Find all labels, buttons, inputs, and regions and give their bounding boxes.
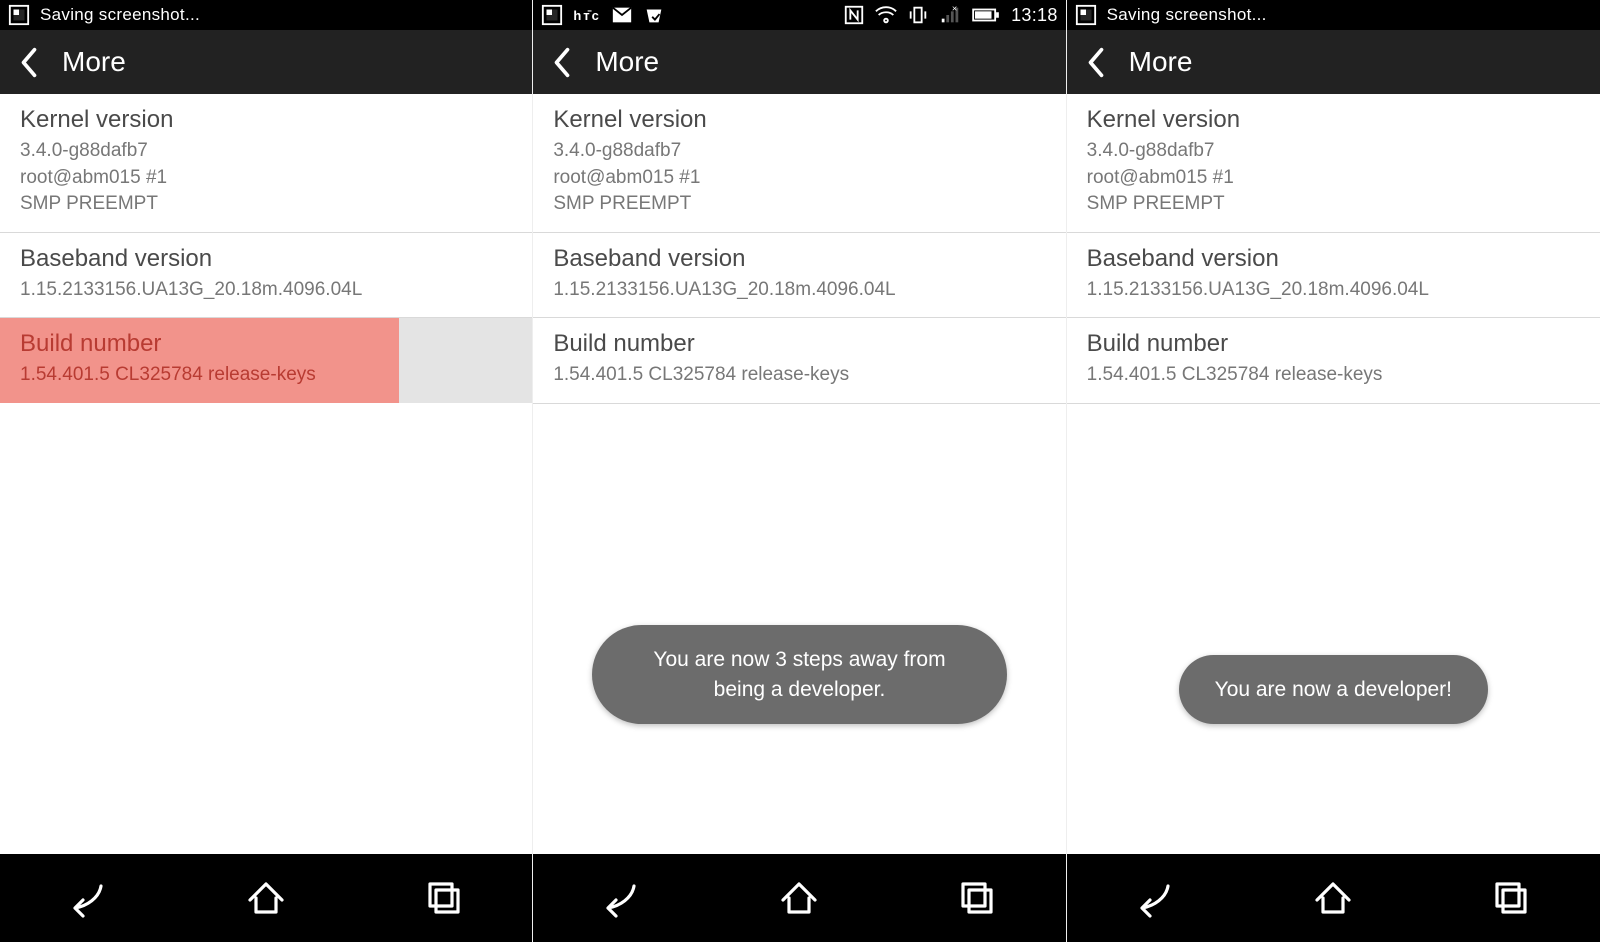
item-title: Kernel version bbox=[553, 106, 1045, 134]
item-title: Baseband version bbox=[553, 245, 1045, 273]
page-title: More bbox=[1129, 46, 1193, 78]
item-kernel-version[interactable]: Kernel version 3.4.0-g88dafb7 root@abm01… bbox=[533, 94, 1065, 233]
screenshot-saving-icon bbox=[541, 4, 563, 26]
title-bar: More bbox=[0, 30, 532, 94]
item-title: Kernel version bbox=[20, 106, 512, 134]
nav-recent-button[interactable] bbox=[409, 873, 479, 923]
nav-recent-button[interactable] bbox=[1476, 873, 1546, 923]
gmail-icon bbox=[611, 4, 633, 26]
item-kernel-version[interactable]: Kernel version 3.4.0-g88dafb7 root@abm01… bbox=[1067, 94, 1600, 233]
status-text: Saving screenshot... bbox=[40, 5, 200, 25]
item-subtext: 1.15.2133156.UA13G_20.18m.4096.04L bbox=[553, 277, 1045, 304]
nav-home-button[interactable] bbox=[1298, 873, 1368, 923]
nav-recent-button[interactable] bbox=[942, 873, 1012, 923]
vibrate-icon bbox=[907, 4, 929, 26]
item-subtext: 1.15.2133156.UA13G_20.18m.4096.04L bbox=[20, 277, 512, 304]
item-title: Baseband version bbox=[1087, 245, 1580, 273]
item-kernel-version[interactable]: Kernel version 3.4.0-g88dafb7 root@abm01… bbox=[0, 94, 532, 233]
item-subtext: 3.4.0-g88dafb7 root@abm015 #1 SMP PREEMP… bbox=[553, 138, 1045, 218]
screenshot-saving-icon bbox=[8, 4, 30, 26]
phone-3: Saving screenshot... More Kernel version… bbox=[1067, 0, 1600, 942]
item-subtext: 1.54.401.5 CL325784 release-keys bbox=[20, 362, 379, 389]
item-title: Build number bbox=[1087, 330, 1580, 358]
title-bar: More bbox=[1067, 30, 1600, 94]
phone-2: hт̄c × bbox=[533, 0, 1066, 942]
back-button[interactable] bbox=[551, 44, 573, 80]
item-title: Build number bbox=[20, 330, 379, 358]
page-title: More bbox=[595, 46, 659, 78]
item-build-number[interactable]: Build number 1.54.401.5 CL325784 release… bbox=[0, 318, 532, 403]
triptych: Saving screenshot... More Kernel version… bbox=[0, 0, 1600, 942]
toast: You are now 3 steps away from being a de… bbox=[592, 625, 1007, 724]
item-subtext: 3.4.0-g88dafb7 root@abm015 #1 SMP PREEMP… bbox=[20, 138, 512, 218]
nav-home-button[interactable] bbox=[231, 873, 301, 923]
toast-container: You are now a developer! bbox=[1067, 655, 1600, 724]
settings-list: Kernel version 3.4.0-g88dafb7 root@abm01… bbox=[1067, 94, 1600, 854]
screenshot-saving-icon bbox=[1075, 4, 1097, 26]
nav-home-button[interactable] bbox=[764, 873, 834, 923]
title-bar: More bbox=[533, 30, 1065, 94]
wifi-icon bbox=[875, 4, 897, 26]
nav-bar bbox=[1067, 854, 1600, 942]
nav-back-button[interactable] bbox=[1121, 873, 1191, 923]
page-title: More bbox=[62, 46, 126, 78]
item-subtext: 1.54.401.5 CL325784 release-keys bbox=[553, 362, 1045, 389]
back-button[interactable] bbox=[18, 44, 40, 80]
item-build-number[interactable]: Build number 1.54.401.5 CL325784 release… bbox=[533, 318, 1065, 404]
settings-list: Kernel version 3.4.0-g88dafb7 root@abm01… bbox=[533, 94, 1065, 854]
item-subtext: 3.4.0-g88dafb7 root@abm015 #1 SMP PREEMP… bbox=[1087, 138, 1580, 218]
nfc-icon bbox=[843, 4, 865, 26]
item-baseband-version[interactable]: Baseband version 1.15.2133156.UA13G_20.1… bbox=[0, 233, 532, 319]
status-bar: Saving screenshot... bbox=[1067, 0, 1600, 30]
watermark: one Arena bbox=[1522, 862, 1594, 878]
item-subtext: 1.15.2133156.UA13G_20.18m.4096.04L bbox=[1087, 277, 1580, 304]
status-bar: Saving screenshot... bbox=[0, 0, 532, 30]
item-subtext: 1.54.401.5 CL325784 release-keys bbox=[1087, 362, 1580, 389]
clock: 13:18 bbox=[1011, 5, 1058, 26]
carrier-label: hт̄c bbox=[573, 8, 601, 23]
toast-container: You are now 3 steps away from being a de… bbox=[533, 625, 1065, 724]
svg-text:×: × bbox=[952, 4, 958, 13]
signal-icon: × bbox=[939, 4, 961, 26]
battery-icon bbox=[971, 4, 1001, 26]
item-baseband-version[interactable]: Baseband version 1.15.2133156.UA13G_20.1… bbox=[1067, 233, 1600, 319]
item-baseband-version[interactable]: Baseband version 1.15.2133156.UA13G_20.1… bbox=[533, 233, 1065, 319]
nav-bar bbox=[533, 854, 1065, 942]
phone-1: Saving screenshot... More Kernel version… bbox=[0, 0, 533, 942]
item-title: Baseband version bbox=[20, 245, 512, 273]
nav-back-button[interactable] bbox=[54, 873, 124, 923]
nav-bar bbox=[0, 854, 532, 942]
play-store-icon bbox=[643, 4, 665, 26]
settings-list: Kernel version 3.4.0-g88dafb7 root@abm01… bbox=[0, 94, 532, 854]
item-build-number[interactable]: Build number 1.54.401.5 CL325784 release… bbox=[1067, 318, 1600, 404]
item-title: Build number bbox=[553, 330, 1045, 358]
status-text: Saving screenshot... bbox=[1107, 5, 1267, 25]
status-bar: hт̄c × bbox=[533, 0, 1065, 30]
toast: You are now a developer! bbox=[1179, 655, 1488, 724]
nav-back-button[interactable] bbox=[587, 873, 657, 923]
item-title: Kernel version bbox=[1087, 106, 1580, 134]
back-button[interactable] bbox=[1085, 44, 1107, 80]
